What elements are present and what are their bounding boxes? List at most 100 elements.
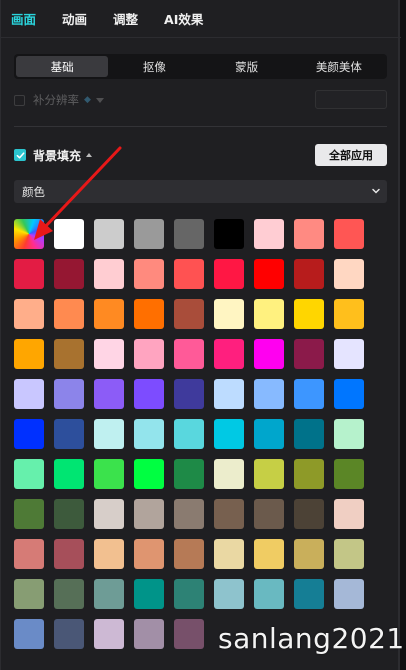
color-swatch[interactable] [294,339,324,369]
color-swatch[interactable] [254,219,284,249]
color-swatch[interactable] [94,579,124,609]
color-swatch[interactable] [134,499,164,529]
color-swatch[interactable] [14,419,44,449]
color-swatch[interactable] [94,619,124,649]
color-swatch[interactable] [294,259,324,289]
upscale-checkbox[interactable] [14,94,25,106]
color-swatch[interactable] [174,219,204,249]
color-swatch[interactable] [214,579,244,609]
color-swatch[interactable] [334,419,364,449]
color-swatch[interactable] [54,619,84,649]
color-swatch[interactable] [94,379,124,409]
color-swatch[interactable] [214,259,244,289]
tab-adjust[interactable]: 调整 [113,0,138,38]
color-swatch[interactable] [254,379,284,409]
color-swatch[interactable] [174,459,204,489]
color-swatch[interactable] [254,499,284,529]
tab-animation[interactable]: 动画 [62,0,87,38]
color-swatch[interactable] [134,459,164,489]
color-swatch[interactable] [54,419,84,449]
color-swatch[interactable] [214,459,244,489]
color-swatch[interactable] [254,579,284,609]
color-swatch[interactable] [334,379,364,409]
color-swatch[interactable] [54,499,84,529]
color-swatch[interactable] [174,339,204,369]
color-swatch[interactable] [334,339,364,369]
subtab-beauty[interactable]: 美颜美体 [293,56,385,77]
chevron-down-icon[interactable] [96,97,104,103]
color-swatch[interactable] [94,299,124,329]
fill-type-select[interactable]: 颜色 [14,180,387,203]
color-swatch[interactable] [14,339,44,369]
color-swatch[interactable] [174,299,204,329]
tab-picture[interactable]: 画面 [11,0,36,38]
apply-all-button[interactable]: 全部应用 [315,144,387,166]
color-swatch[interactable] [14,299,44,329]
color-swatch[interactable] [214,419,244,449]
color-swatch[interactable] [14,259,44,289]
color-swatch[interactable] [54,339,84,369]
color-swatch[interactable] [214,219,244,249]
color-swatch[interactable] [134,579,164,609]
color-swatch[interactable] [94,339,124,369]
color-swatch[interactable] [94,499,124,529]
color-swatch[interactable] [294,419,324,449]
color-swatch[interactable] [54,299,84,329]
color-swatch[interactable] [54,539,84,569]
color-swatch[interactable] [254,259,284,289]
color-swatch[interactable] [134,379,164,409]
color-swatch[interactable] [134,299,164,329]
color-swatch[interactable] [134,339,164,369]
color-swatch[interactable] [174,419,204,449]
color-swatch[interactable] [334,499,364,529]
color-swatch[interactable] [174,379,204,409]
color-swatch[interactable] [94,219,124,249]
color-swatch[interactable] [174,619,204,649]
color-swatch[interactable] [214,299,244,329]
color-swatch[interactable] [334,219,364,249]
upscale-apply-button[interactable] [315,90,387,109]
color-swatch[interactable] [294,499,324,529]
color-swatch[interactable] [294,579,324,609]
color-swatch[interactable] [94,419,124,449]
color-swatch[interactable] [14,539,44,569]
subtab-mask[interactable]: 蒙版 [201,56,293,77]
color-swatch[interactable] [174,579,204,609]
color-swatch[interactable] [334,259,364,289]
color-swatch[interactable] [334,539,364,569]
color-swatch[interactable] [54,259,84,289]
color-swatch[interactable] [334,299,364,329]
color-swatch[interactable] [14,459,44,489]
color-swatch[interactable] [294,219,324,249]
color-swatch[interactable] [334,459,364,489]
color-swatch[interactable] [94,459,124,489]
color-swatch[interactable] [14,379,44,409]
color-swatch[interactable] [214,339,244,369]
color-swatch[interactable] [134,419,164,449]
color-swatch[interactable] [134,539,164,569]
color-swatch[interactable] [54,579,84,609]
custom-color-swatch[interactable] [14,219,44,249]
color-swatch[interactable] [254,419,284,449]
color-swatch[interactable] [214,539,244,569]
color-swatch[interactable] [174,499,204,529]
subtab-basic[interactable]: 基础 [16,56,109,77]
background-fill-checkbox[interactable] [14,149,26,161]
color-swatch[interactable] [94,539,124,569]
color-swatch[interactable] [294,299,324,329]
color-swatch[interactable] [294,459,324,489]
color-swatch[interactable] [94,259,124,289]
tab-ai-effects[interactable]: AI效果 [164,0,203,38]
color-swatch[interactable] [14,579,44,609]
color-swatch[interactable] [294,379,324,409]
subtab-cutout[interactable]: 抠像 [108,56,200,77]
color-swatch[interactable] [134,619,164,649]
color-swatch[interactable] [174,539,204,569]
color-swatch[interactable] [134,219,164,249]
color-swatch[interactable] [54,379,84,409]
color-swatch[interactable] [134,259,164,289]
color-swatch[interactable] [254,339,284,369]
color-swatch[interactable] [214,379,244,409]
color-swatch[interactable] [294,539,324,569]
color-swatch[interactable] [214,499,244,529]
